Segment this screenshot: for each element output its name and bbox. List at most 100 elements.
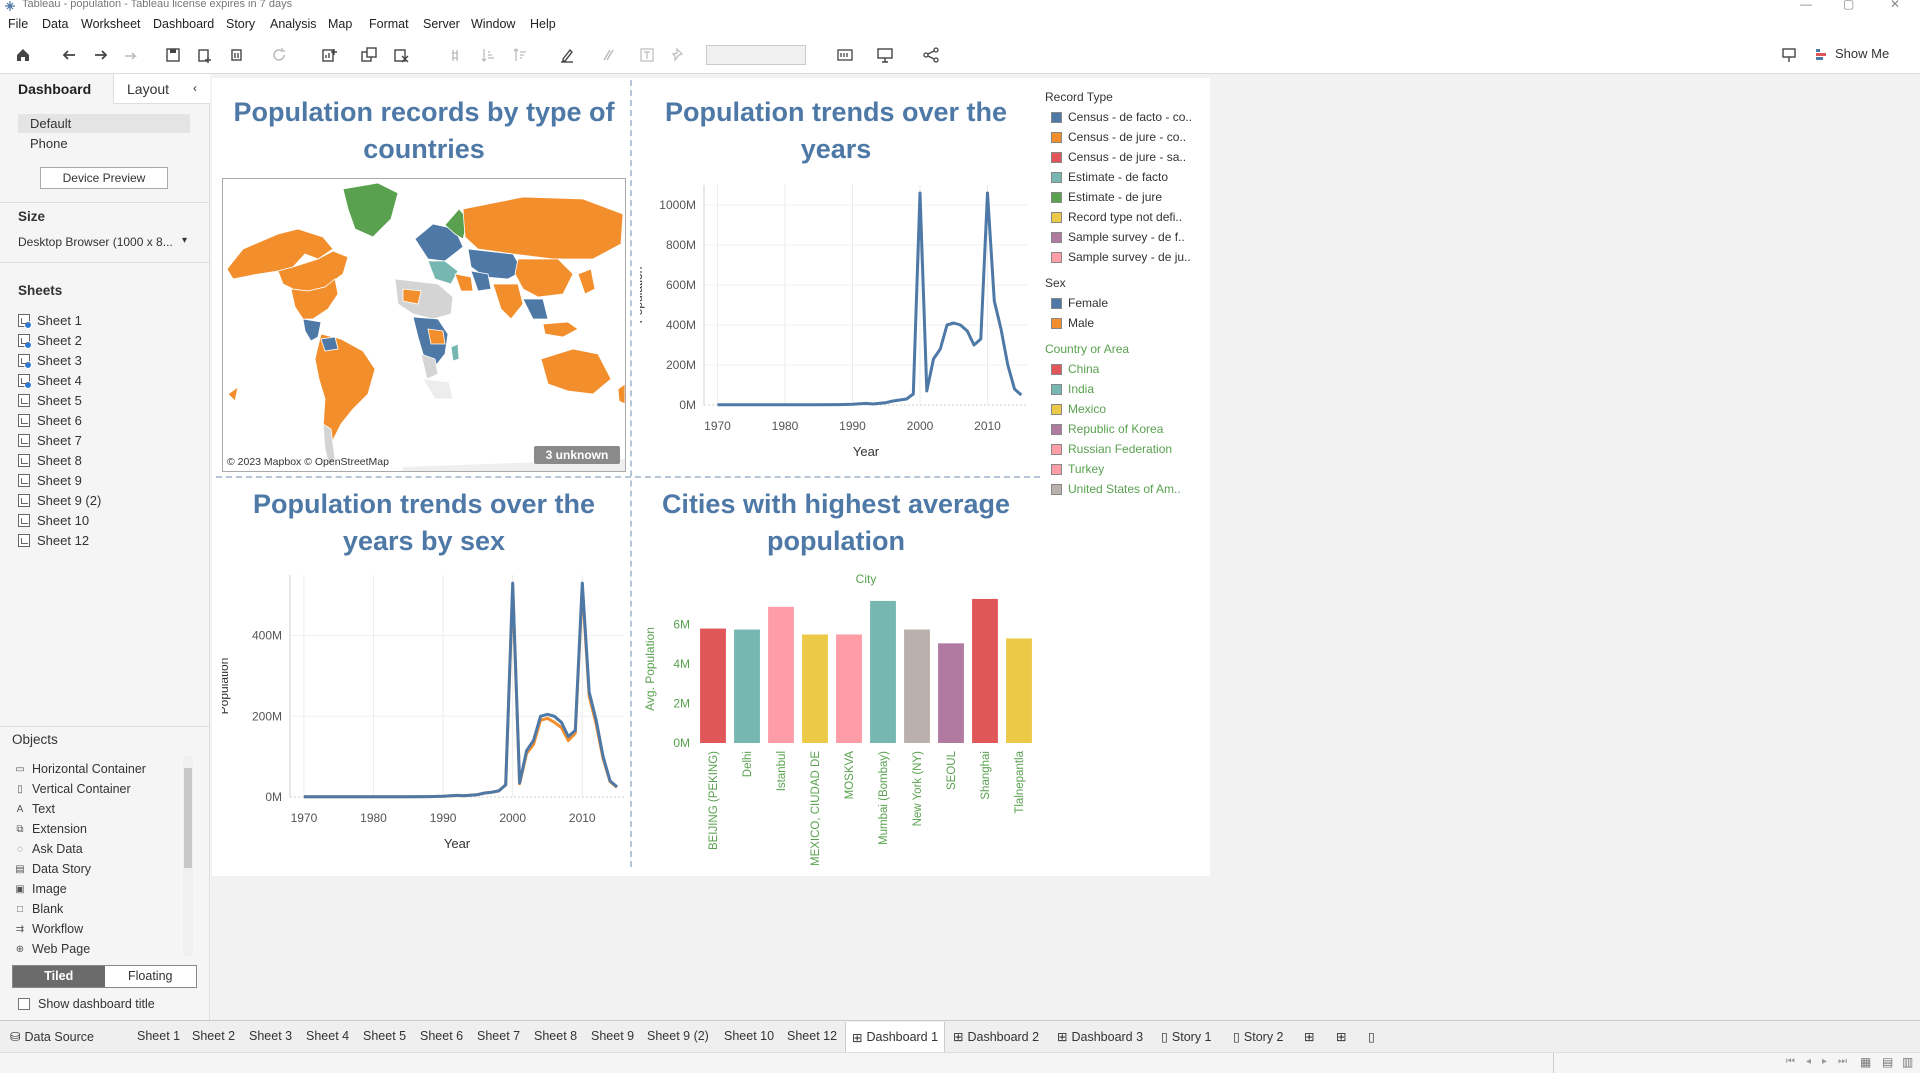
tab-sheet-4[interactable]: Sheet 4 <box>306 1029 349 1043</box>
present-mode-cards-icon[interactable] <box>834 45 856 65</box>
sheet-nav-prev-icon[interactable]: ◂ <box>1806 1056 1811 1067</box>
menu-file[interactable]: File <box>8 17 28 31</box>
legend-item[interactable]: Female <box>1051 296 1108 310</box>
maximize-icon[interactable]: ▢ <box>1843 0 1854 11</box>
legend-item[interactable]: United States of Am.. <box>1051 482 1181 496</box>
redo-icon[interactable] <box>90 45 112 65</box>
refresh-icon[interactable] <box>268 45 290 65</box>
undo-icon[interactable] <box>58 45 80 65</box>
device-preview-button[interactable]: Device Preview <box>40 167 168 189</box>
tab-sheet-10[interactable]: Sheet 10 <box>724 1029 774 1043</box>
menu-story[interactable]: Story <box>226 17 255 31</box>
new-worksheet-tab-icon[interactable]: ⊞ <box>1304 1029 1314 1044</box>
legend-item[interactable]: India <box>1051 382 1094 396</box>
legend-item[interactable]: Census - de facto - co.. <box>1051 110 1192 124</box>
tab-sheet-12[interactable]: Sheet 12 <box>787 1029 837 1043</box>
sheet-list-item[interactable]: Sheet 7 <box>18 433 82 448</box>
object-vertical-container[interactable]: ▯ Vertical Container <box>14 782 130 796</box>
tiled-button[interactable]: Tiled <box>13 966 105 987</box>
sheet-nav-last-icon[interactable]: ⏭ <box>1838 1056 1847 1067</box>
sheet-list-item[interactable]: Sheet 4 <box>18 373 82 389</box>
home-icon[interactable] <box>12 45 34 65</box>
sheet-list-item[interactable]: Sheet 2 <box>18 333 82 349</box>
tab-sheet-9[interactable]: Sheet 9 <box>591 1029 634 1043</box>
tab-layout[interactable]: Layout <box>127 81 169 97</box>
size-dropdown[interactable]: Desktop Browser (1000 x 8... <box>18 235 173 249</box>
menu-window[interactable]: Window <box>471 17 515 31</box>
object-workflow[interactable]: ⇉ Workflow <box>14 922 83 936</box>
scrollbar-thumb[interactable] <box>184 768 192 868</box>
menu-data[interactable]: Data <box>42 17 68 31</box>
object-extension[interactable]: ⧉ Extension <box>14 822 86 836</box>
group-icon[interactable] <box>596 45 618 65</box>
object-text[interactable]: A Text <box>14 802 55 816</box>
menu-dashboard[interactable]: Dashboard <box>153 17 214 31</box>
tab-data-source[interactable]: ⛁ Data Source <box>10 1029 94 1045</box>
legend-item[interactable]: China <box>1051 362 1099 376</box>
sheet-list-item[interactable]: Sheet 12 <box>18 533 89 548</box>
labels-icon[interactable] <box>636 45 658 65</box>
sheet-list-item[interactable]: Sheet 5 <box>18 393 82 408</box>
sheet-list-item[interactable]: Sheet 3 <box>18 353 82 369</box>
show-filmstrip-icon[interactable]: ▤ <box>1882 1055 1893 1069</box>
object-blank[interactable]: □ Blank <box>14 902 63 916</box>
checkbox-box[interactable] <box>18 998 30 1010</box>
legend-item[interactable]: Mexico <box>1051 402 1106 416</box>
tab-sheet-5[interactable]: Sheet 5 <box>363 1029 406 1043</box>
tab-dashboard-2[interactable]: ⊞ Dashboard 2 <box>953 1029 1039 1045</box>
fit-dropdown[interactable] <box>706 45 806 65</box>
tab-sheet-9-2[interactable]: Sheet 9 (2) <box>647 1029 709 1043</box>
save-icon[interactable] <box>162 45 184 65</box>
tab-story-1[interactable]: ▯ Story 1 <box>1161 1029 1212 1045</box>
legend-item[interactable]: Sample survey - de ju.. <box>1051 250 1191 264</box>
fix-axes-icon[interactable] <box>668 45 690 65</box>
menu-server[interactable]: Server <box>423 17 460 31</box>
tab-sheet-8[interactable]: Sheet 8 <box>534 1029 577 1043</box>
sheet-list-item[interactable]: Sheet 6 <box>18 413 82 428</box>
legend-item[interactable]: Estimate - de jure <box>1051 190 1162 204</box>
sheet-list-item[interactable]: Sheet 1 <box>18 313 82 329</box>
close-icon[interactable]: ✕ <box>1890 0 1900 11</box>
object-horizontal-container[interactable]: ▭ Horizontal Container <box>14 762 146 776</box>
show-sheet-sorter-icon[interactable]: ▦ <box>1860 1055 1871 1069</box>
legend-item[interactable]: Sample survey - de f.. <box>1051 230 1185 244</box>
menu-map[interactable]: Map <box>328 17 352 31</box>
floating-button[interactable]: Floating <box>104 966 196 987</box>
clear-sheet-icon[interactable] <box>390 45 412 65</box>
tab-dashboard-1[interactable]: ⊞ Dashboard 1 <box>845 1022 946 1052</box>
highlight-icon[interactable] <box>556 45 578 65</box>
legend-item[interactable]: Estimate - de facto <box>1051 170 1168 184</box>
population-by-sex-chart[interactable]: 1970 1980 1990 2000 2010 0M 200M 400M Year Popula… <box>222 565 632 865</box>
world-map[interactable] <box>222 178 626 472</box>
legend-item[interactable]: Record type not defi.. <box>1051 210 1182 224</box>
tab-sheet-6[interactable]: Sheet 6 <box>420 1029 463 1043</box>
device-phone[interactable]: Phone <box>18 134 190 153</box>
tab-dashboard[interactable]: Dashboard <box>18 81 91 97</box>
object-data-story[interactable]: ▤ Data Story <box>14 862 91 876</box>
device-default[interactable]: Default <box>18 114 190 133</box>
sort-ascending-icon[interactable] <box>478 45 500 65</box>
tooltip-icon[interactable] <box>1778 45 1800 65</box>
sheet-list-item[interactable]: Sheet 10 <box>18 513 89 528</box>
share-icon[interactable] <box>920 45 942 65</box>
sheet-nav-first-icon[interactable]: ⏮ <box>1786 1056 1795 1067</box>
tab-sheet-2[interactable]: Sheet 2 <box>192 1029 235 1043</box>
presentation-mode-icon[interactable] <box>874 45 896 65</box>
size-dropdown-caret-icon[interactable]: ▾ <box>182 235 187 246</box>
legend-item[interactable]: Russian Federation <box>1051 442 1172 456</box>
sort-descending-icon[interactable] <box>510 45 532 65</box>
new-data-source-icon[interactable] <box>194 45 216 65</box>
tab-sheet-3[interactable]: Sheet 3 <box>249 1029 292 1043</box>
tab-story-2[interactable]: ▯ Story 2 <box>1233 1029 1284 1045</box>
legend-item[interactable]: Turkey <box>1051 462 1104 476</box>
menu-help[interactable]: Help <box>530 17 556 31</box>
legend-item[interactable]: Census - de jure - sa.. <box>1051 150 1186 164</box>
sheet-list-item[interactable]: Sheet 9 (2) <box>18 493 101 508</box>
object-image[interactable]: ▣ Image <box>14 882 66 896</box>
duplicate-icon[interactable] <box>358 45 380 65</box>
legend-item[interactable]: Male <box>1051 316 1094 330</box>
legend-item[interactable]: Republic of Korea <box>1051 422 1163 436</box>
cities-bar-chart[interactable]: City 0M 2M 4M 6M Avg. Population BEIJING (PEKI… <box>640 565 1040 870</box>
replay-icon[interactable] <box>120 45 142 65</box>
object-ask-data[interactable]: ◌ Ask Data <box>14 842 83 856</box>
